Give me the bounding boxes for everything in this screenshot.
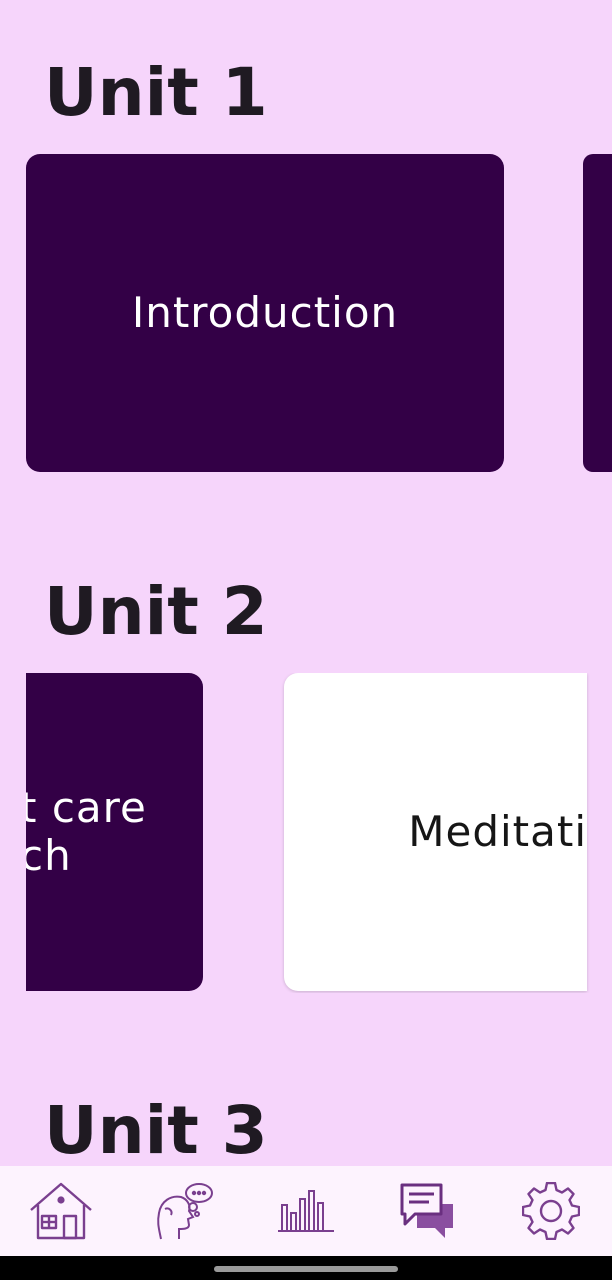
unit-3-title: Unit 3 [44, 1092, 268, 1169]
nav-chat-button[interactable] [392, 1175, 464, 1247]
unit-1-title: Unit 1 [44, 54, 268, 131]
lesson-card-self-care[interactable]: t care ch [26, 673, 203, 991]
unit-2-carousel[interactable]: t care ch Meditati [0, 673, 612, 993]
unit-2-title: Unit 2 [44, 573, 268, 650]
unit-1-carousel[interactable]: Introduction [0, 154, 612, 474]
mind-icon [156, 1183, 213, 1240]
nav-stats-button[interactable] [270, 1175, 342, 1247]
nav-home-button[interactable] [25, 1175, 97, 1247]
settings-icon [521, 1182, 580, 1240]
nav-settings-button[interactable] [515, 1175, 587, 1247]
app-screen: Unit 1 Introduction Unit 2 t care ch Med… [0, 0, 612, 1280]
lesson-card-next-partial[interactable] [583, 154, 612, 472]
lesson-card-label-line-1: t care [26, 783, 147, 832]
lesson-card-introduction[interactable]: Introduction [26, 154, 504, 472]
nav-mind-button[interactable] [148, 1175, 220, 1247]
home-gesture-handle[interactable] [214, 1266, 398, 1272]
system-navigation-bar [0, 1256, 612, 1280]
stats-icon [277, 1190, 334, 1232]
chat-icon [400, 1183, 454, 1238]
lesson-card-label: Introduction [131, 288, 399, 337]
lesson-card-label-line-2: ch [26, 831, 72, 880]
home-icon [30, 1182, 92, 1240]
lesson-card-text: t care ch [26, 784, 147, 880]
bottom-navigation [0, 1166, 612, 1256]
lesson-card-meditation[interactable]: Meditati [284, 673, 587, 991]
lesson-card-label: Meditati [408, 807, 587, 856]
